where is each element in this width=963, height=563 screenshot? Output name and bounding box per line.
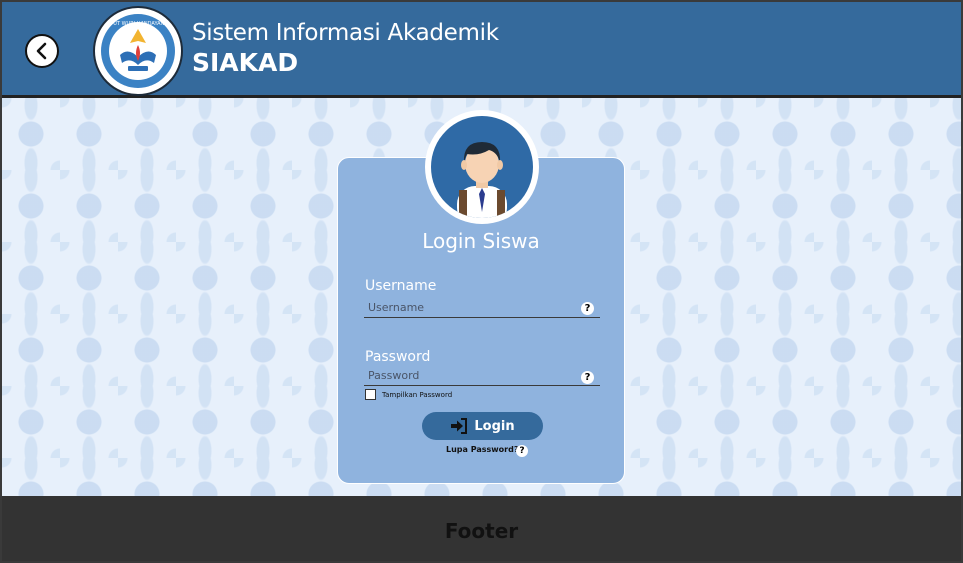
forgot-password-link[interactable]: Lupa Password?: [446, 445, 518, 454]
footer-text: Footer: [444, 518, 519, 543]
username-label: Username: [365, 278, 437, 294]
sign-in-icon: [451, 418, 468, 434]
password-help-icon[interactable]: ?: [581, 371, 594, 384]
app-footer: Footer: [2, 496, 961, 561]
show-password-checkbox[interactable]: [365, 389, 376, 400]
school-logo: TUT WURI HANDAYANI: [93, 6, 183, 96]
username-help-icon[interactable]: ?: [581, 302, 594, 315]
login-button-label: Login: [474, 418, 515, 434]
app-subtitle: Sistem Informasi Akademik: [192, 20, 499, 46]
tut-wuri-handayani-logo: TUT WURI HANDAYANI: [101, 14, 175, 88]
password-input[interactable]: [364, 366, 600, 386]
student-icon: [457, 142, 507, 218]
username-input[interactable]: [364, 298, 600, 318]
student-avatar: [431, 116, 533, 218]
show-password-label: Tampilkan Password: [382, 391, 453, 399]
password-label: Password: [365, 349, 431, 365]
chevron-left-icon: [36, 42, 47, 60]
avatar-ring: [425, 110, 539, 224]
app-title: SIAKAD: [192, 48, 299, 77]
forgot-help-icon[interactable]: ?: [516, 445, 528, 457]
app-header: TUT WURI HANDAYANI Sistem Informasi Akad…: [2, 2, 961, 98]
login-title: Login Siswa: [422, 229, 540, 253]
login-button[interactable]: Login: [422, 412, 543, 440]
logo-motto: TUT WURI HANDAYANI: [109, 21, 166, 27]
back-button[interactable]: [25, 34, 59, 68]
app-frame: TUT WURI HANDAYANI Sistem Informasi Akad…: [0, 0, 963, 563]
